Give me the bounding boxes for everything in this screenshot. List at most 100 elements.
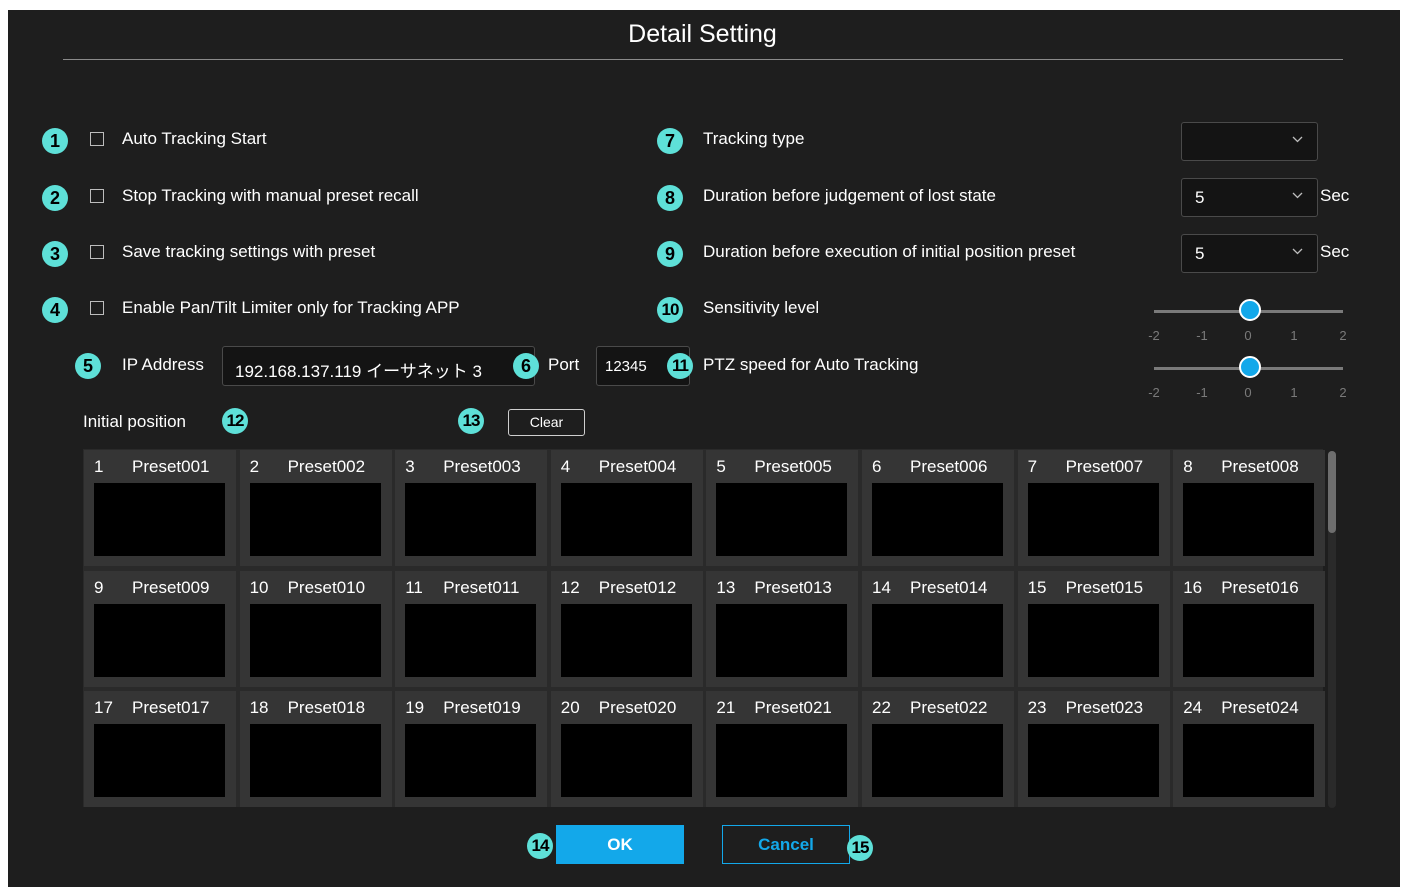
preset-thumbnail xyxy=(716,603,848,677)
preset-number: 13 xyxy=(716,577,736,597)
callout-badge-3: 3 xyxy=(42,241,68,267)
preset-tile[interactable]: 5 Preset005 xyxy=(706,450,859,566)
ptz-speed-tick: -2 xyxy=(1148,385,1160,400)
preset-number: 22 xyxy=(872,698,891,717)
scrollbar-thumb[interactable] xyxy=(1328,451,1336,533)
port-label: Port xyxy=(548,355,580,374)
preset-number: 4 xyxy=(560,457,571,476)
dialog-title: Detail Setting xyxy=(628,20,777,48)
preset-name: Preset019 xyxy=(443,698,521,717)
ok-button[interactable]: OK xyxy=(556,825,684,864)
preset-number: 21 xyxy=(716,698,736,717)
preset-tile[interactable]: 9 Preset009 xyxy=(84,570,236,687)
preset-tile[interactable]: 8 Preset008 xyxy=(1173,450,1326,566)
preset-name: Preset024 xyxy=(1221,698,1299,717)
preset-thumbnail xyxy=(249,483,381,556)
initial-duration-value: 5 xyxy=(1195,244,1205,263)
pan-tilt-limiter-checkbox[interactable] xyxy=(90,301,104,315)
sensitivity-slider-thumb[interactable] xyxy=(1239,299,1261,321)
preset-number: 5 xyxy=(716,457,726,476)
preset-tile[interactable]: 3 Preset003 xyxy=(395,450,548,566)
preset-tile[interactable]: 20 Preset020 xyxy=(550,691,703,807)
preset-tile[interactable]: 4 Preset004 xyxy=(550,450,703,566)
preset-tile[interactable]: 6 Preset006 xyxy=(862,450,1014,566)
preset-thumbnail xyxy=(405,483,537,556)
preset-thumbnail xyxy=(1183,724,1315,797)
initial-duration-dropdown[interactable]: 5 xyxy=(1181,234,1318,273)
preset-thumbnail xyxy=(872,724,1003,797)
preset-name: Preset016 xyxy=(1221,577,1299,597)
chevron-down-icon xyxy=(1292,192,1303,199)
callout-badge-4: 4 xyxy=(42,297,68,323)
preset-tile[interactable]: 24 Preset024 xyxy=(1173,691,1326,807)
tracking-type-dropdown[interactable] xyxy=(1181,122,1318,161)
preset-number: 14 xyxy=(872,577,891,597)
preset-name: Preset005 xyxy=(754,457,832,476)
preset-number: 20 xyxy=(560,698,580,717)
preset-tile[interactable]: 23 Preset023 xyxy=(1017,691,1170,807)
preset-thumbnail xyxy=(560,603,692,677)
initial-duration-label: Duration before execution of initial pos… xyxy=(703,242,1076,261)
ptz-speed-tick: -1 xyxy=(1196,385,1208,400)
sensitivity-tick: 0 xyxy=(1244,328,1252,343)
ptz-speed-slider-thumb[interactable] xyxy=(1239,356,1261,378)
preset-number: 12 xyxy=(560,577,580,597)
preset-number: 23 xyxy=(1027,698,1047,717)
preset-name: Preset022 xyxy=(910,698,988,717)
cancel-button[interactable]: Cancel xyxy=(722,825,850,864)
preset-tile[interactable]: 12 Preset012 xyxy=(550,570,703,687)
preset-name: Preset018 xyxy=(287,698,366,717)
callout-badge-5: 5 xyxy=(75,353,101,379)
preset-tile[interactable]: 18 Preset018 xyxy=(239,691,392,807)
auto-tracking-start-checkbox[interactable] xyxy=(90,132,104,146)
ptz-speed-tick: 0 xyxy=(1244,385,1252,400)
preset-name: Preset017 xyxy=(132,698,210,717)
preset-tile[interactable]: 14 Preset014 xyxy=(862,570,1014,687)
lost-duration-unit: Sec xyxy=(1320,186,1350,205)
preset-thumbnail xyxy=(560,483,692,556)
preset-number: 19 xyxy=(405,698,425,717)
preset-tile[interactable]: 19 Preset019 xyxy=(395,691,548,807)
preset-tile[interactable]: 15 Preset015 xyxy=(1017,570,1170,687)
preset-number: 7 xyxy=(1027,457,1038,476)
preset-number: 9 xyxy=(94,577,104,597)
preset-tile[interactable]: 7 Preset007 xyxy=(1017,450,1170,566)
callout-badge-9: 9 xyxy=(657,241,683,267)
preset-tile[interactable]: 16 Preset016 xyxy=(1173,570,1326,687)
preset-grid-scrollbar[interactable] xyxy=(1328,451,1336,808)
preset-tile[interactable]: 2 Preset002 xyxy=(239,450,392,566)
preset-thumbnail xyxy=(249,603,381,677)
preset-name: Preset004 xyxy=(598,457,677,476)
save-tracking-settings-checkbox[interactable] xyxy=(90,245,104,259)
preset-thumbnail xyxy=(94,603,225,677)
preset-tile[interactable]: 10 Preset010 xyxy=(239,570,392,687)
preset-tile[interactable]: 11 Preset011 xyxy=(395,570,548,687)
preset-thumbnail xyxy=(716,483,848,556)
preset-name: Preset023 xyxy=(1065,698,1144,717)
callout-badge-13: 13 xyxy=(458,408,484,434)
lost-duration-label: Duration before judgement of lost state xyxy=(703,186,996,205)
preset-thumbnail xyxy=(1027,603,1159,677)
title-divider xyxy=(63,59,1343,60)
stop-tracking-checkbox[interactable] xyxy=(90,189,104,203)
preset-thumbnail xyxy=(249,724,381,797)
preset-thumbnail xyxy=(405,724,537,797)
preset-thumbnail xyxy=(1183,483,1315,556)
preset-tile[interactable]: 22 Preset022 xyxy=(862,691,1014,807)
preset-tile[interactable]: 21 Preset021 xyxy=(706,691,859,807)
ip-address-select[interactable]: 192.168.137.119 イーサネット 3 xyxy=(222,346,535,386)
auto-tracking-start-label: Auto Tracking Start xyxy=(122,129,267,148)
pan-tilt-limiter-label: Enable Pan/Tilt Limiter only for Trackin… xyxy=(122,298,460,317)
preset-number: 2 xyxy=(249,457,260,476)
preset-tile[interactable]: 1 Preset001 xyxy=(84,450,236,566)
callout-badge-15: 15 xyxy=(847,835,873,861)
preset-name: Preset001 xyxy=(132,457,210,476)
callout-badge-8: 8 xyxy=(657,185,683,211)
preset-tile[interactable]: 17 Preset017 xyxy=(84,691,236,807)
preset-name: Preset020 xyxy=(598,698,677,717)
lost-duration-dropdown[interactable]: 5 xyxy=(1181,178,1318,217)
preset-number: 10 xyxy=(249,577,269,597)
clear-button[interactable]: Clear xyxy=(508,409,585,436)
preset-name: Preset007 xyxy=(1065,457,1144,476)
preset-tile[interactable]: 13 Preset013 xyxy=(706,570,859,687)
